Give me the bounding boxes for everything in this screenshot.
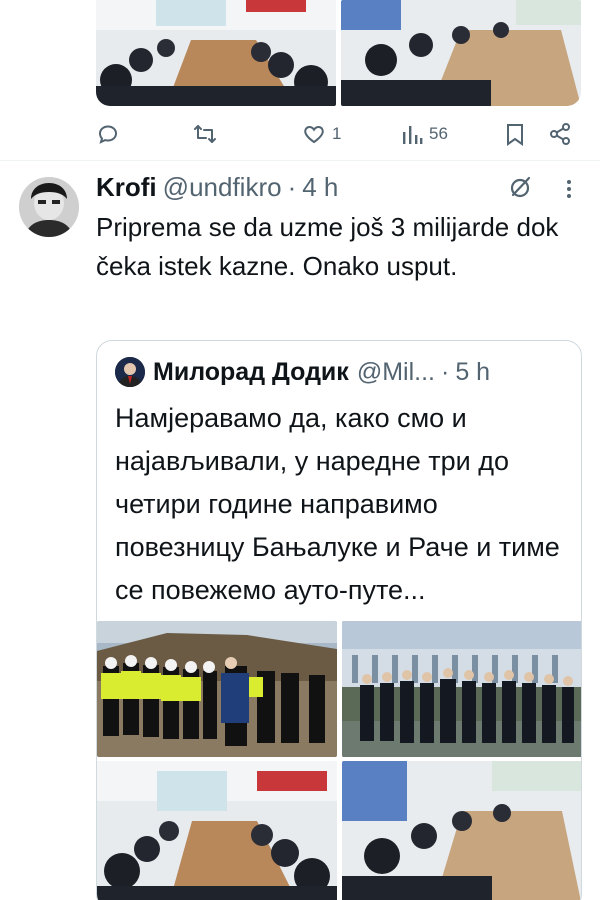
quote-text: Намјеравамо да, како смо и најављивали, …	[115, 403, 560, 605]
reply-button[interactable]	[96, 116, 126, 152]
retweet-button[interactable]	[192, 116, 224, 152]
meeting-room-photo-1[interactable]	[97, 761, 337, 900]
previous-tweet-actions: 1 56	[96, 116, 576, 152]
user-handle[interactable]: @undfikro	[163, 172, 282, 203]
meeting-photo-2[interactable]	[341, 0, 581, 106]
separator-dot: ·	[287, 171, 297, 202]
bar-chart-icon	[401, 122, 423, 146]
display-name[interactable]: Krofi	[96, 172, 157, 203]
meeting-room-photo-2[interactable]	[342, 761, 581, 900]
like-button[interactable]: 1	[302, 116, 341, 152]
quote-avatar	[115, 357, 145, 387]
reply-icon	[96, 122, 120, 146]
views-button[interactable]: 56	[401, 116, 448, 152]
more-dots-icon[interactable]	[560, 176, 578, 202]
quote-media-grid	[97, 621, 581, 900]
quote-timestamp: 5 h	[455, 357, 491, 386]
quote-separator-dot: ·	[440, 357, 450, 386]
views-count: 56	[429, 124, 448, 143]
group-outdoor-photo[interactable]	[342, 621, 581, 757]
quote-header: Милорад Додик @Mil... · 5 h	[115, 355, 490, 389]
quoted-tweet[interactable]: Милорад Додик @Mil... · 5 h Намјеравамо …	[96, 340, 582, 900]
avatar[interactable]	[19, 177, 79, 237]
grok-icon[interactable]	[507, 174, 533, 200]
bookmark-button[interactable]	[504, 116, 526, 152]
tweet-divider	[0, 160, 600, 161]
like-count: 1	[332, 124, 342, 143]
bookmark-icon	[504, 122, 526, 146]
timestamp[interactable]: 4 h	[302, 172, 338, 203]
share-icon	[548, 122, 572, 146]
construction-site-photo[interactable]	[97, 621, 337, 757]
share-button[interactable]	[548, 116, 572, 152]
quote-display-name: Милорад Додик	[153, 357, 349, 386]
meeting-photo-1[interactable]	[96, 0, 336, 106]
tweet-header: Krofi @undfikro · 4 h	[96, 170, 338, 204]
previous-tweet-media[interactable]	[96, 0, 581, 106]
quote-handle: @Mil...	[356, 357, 435, 386]
heart-icon	[302, 122, 326, 146]
retweet-icon	[192, 122, 218, 146]
tweet-text: Priprema se da uzme još 3 milijarde dok …	[96, 212, 559, 281]
